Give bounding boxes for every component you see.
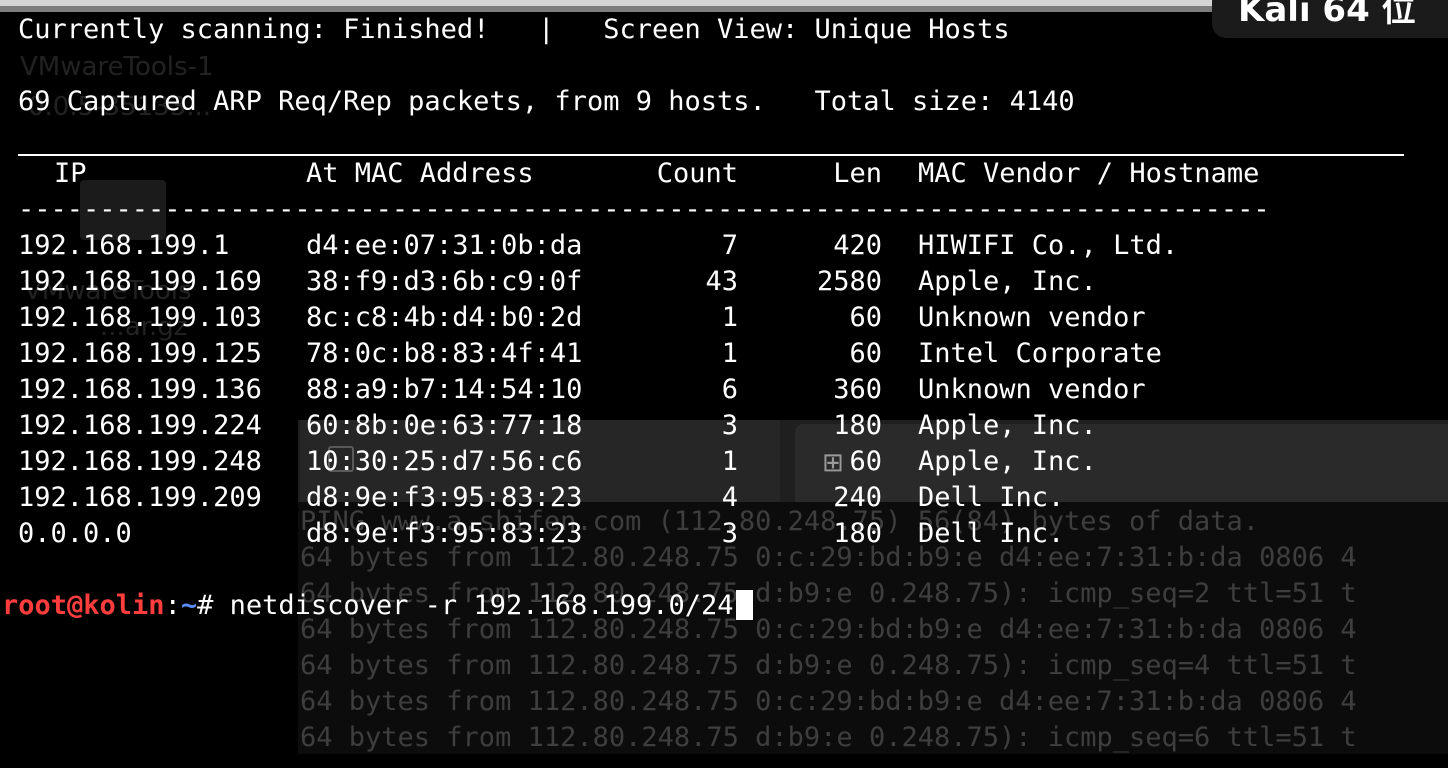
row-count: 3: [721, 410, 738, 441]
row-vendor: Dell Inc.: [918, 482, 1065, 513]
row-len: 60: [849, 338, 882, 369]
row-len: 60: [849, 302, 882, 333]
table-row: 192.168.199.1 d4:ee:07:31:0b:da 7 420 HI…: [18, 228, 1178, 264]
row-mac: 60:8b:0e:63:77:18: [306, 410, 583, 441]
row-count: 6: [721, 374, 738, 405]
row-mac: 88:a9:b7:14:54:10: [306, 374, 583, 405]
prompt-separator: :: [164, 590, 181, 621]
row-ip: 192.168.199.209: [18, 482, 262, 513]
row-ip: 192.168.199.169: [18, 266, 262, 297]
row-len: 240: [833, 482, 882, 513]
capture-summary-line: 69 Captured ARP Req/Rep packets, from 9 …: [18, 86, 1075, 117]
row-ip: 192.168.199.224: [18, 410, 262, 441]
shell-prompt[interactable]: root@kolin:~# netdiscover -r 192.168.199…: [2, 588, 753, 624]
row-len: 180: [833, 518, 882, 549]
row-vendor: Apple, Inc.: [918, 266, 1097, 297]
row-vendor: Unknown vendor: [918, 374, 1146, 405]
row-count: 4: [721, 482, 738, 513]
background-terminal-line: 64 bytes from 112.80.248.75 d:b9:e 0.248…: [300, 722, 1357, 753]
prompt-user-host: root@kolin: [2, 590, 165, 621]
scan-status-line: Currently scanning: Finished! | Screen V…: [18, 14, 1010, 45]
row-vendor: Intel Corporate: [918, 338, 1162, 369]
row-vendor: HIWIFI Co., Ltd.: [918, 230, 1179, 261]
row-count: 1: [721, 302, 738, 333]
row-mac: d4:ee:07:31:0b:da: [306, 230, 583, 261]
command-input[interactable]: netdiscover -r 192.168.199.0/24: [230, 590, 734, 621]
background-terminal-line: 64 bytes from 112.80.248.75 0:c:29:bd:b9…: [300, 686, 1357, 717]
row-mac: d8:9e:f3:95:83:23: [306, 482, 583, 513]
row-mac: 8c:c8:4b:d4:b0:2d: [306, 302, 583, 333]
table-row: 192.168.199.248 10:30:25:d7:56:c6 1 60 A…: [18, 444, 1097, 480]
column-header-vendor: MAC Vendor / Hostname: [918, 158, 1260, 189]
row-ip: 192.168.199.125: [18, 338, 262, 369]
prompt-symbol: #: [197, 590, 230, 621]
row-len: 420: [833, 230, 882, 261]
column-header-mac: At MAC Address: [306, 158, 534, 189]
table-row: 192.168.199.224 60:8b:0e:63:77:18 3 180 …: [18, 408, 1097, 444]
table-row: 192.168.199.209 d8:9e:f3:95:83:23 4 240 …: [18, 480, 1064, 516]
row-len: 180: [833, 410, 882, 441]
table-row: 192.168.199.169 38:f9:d3:6b:c9:0f 43 258…: [18, 264, 1097, 300]
row-len: 60: [849, 446, 882, 477]
table-row: 192.168.199.136 88:a9:b7:14:54:10 6 360 …: [18, 372, 1146, 408]
row-vendor: Unknown vendor: [918, 302, 1146, 333]
prompt-path: ~: [180, 590, 198, 621]
row-mac: d8:9e:f3:95:83:23: [306, 518, 583, 549]
table-header: IP At MAC Address Count Len MAC Vendor /…: [18, 156, 1259, 192]
row-vendor: Apple, Inc.: [918, 410, 1097, 441]
background-terminal-line: 64 bytes from 112.80.248.75 d:b9:e 0.248…: [300, 650, 1357, 681]
row-vendor: Apple, Inc.: [918, 446, 1097, 477]
table-row: 0.0.0.0 d8:9e:f3:95:83:23 3 180 Dell Inc…: [18, 516, 1064, 552]
row-ip: 0.0.0.0: [18, 518, 132, 549]
background-terminal-tab-active: [795, 424, 1448, 502]
row-ip: 192.168.199.136: [18, 374, 262, 405]
table-row: 192.168.199.103 8c:c8:4b:d4:b0:2d 1 60 U…: [18, 300, 1146, 336]
row-len: 360: [833, 374, 882, 405]
row-count: 43: [705, 266, 738, 297]
column-header-count: Count: [656, 158, 738, 189]
table-row: 192.168.199.125 78:0c:b8:83:4f:41 1 60 I…: [18, 336, 1162, 372]
column-header-ip: IP: [54, 158, 87, 189]
text-cursor: [735, 590, 753, 620]
desktop-icon-label: VMwareTools-1: [20, 52, 214, 82]
row-count: 3: [721, 518, 738, 549]
row-ip: 192.168.199.103: [18, 302, 262, 333]
header-divider: ----------------------------------------…: [18, 194, 1270, 225]
row-ip: 192.168.199.1: [18, 230, 230, 261]
row-count: 1: [721, 338, 738, 369]
vm-title-badge: Kali 64 位: [1212, 0, 1448, 38]
column-header-len: Len: [833, 158, 882, 189]
row-count: 7: [721, 230, 738, 261]
row-mac: 10:30:25:d7:56:c6: [306, 446, 583, 477]
row-mac: 38:f9:d3:6b:c9:0f: [306, 266, 583, 297]
row-mac: 78:0c:b8:83:4f:41: [306, 338, 583, 369]
row-ip: 192.168.199.248: [18, 446, 262, 477]
row-len: 2580: [816, 266, 882, 297]
row-count: 1: [721, 446, 738, 477]
row-vendor: Dell Inc.: [918, 518, 1065, 549]
